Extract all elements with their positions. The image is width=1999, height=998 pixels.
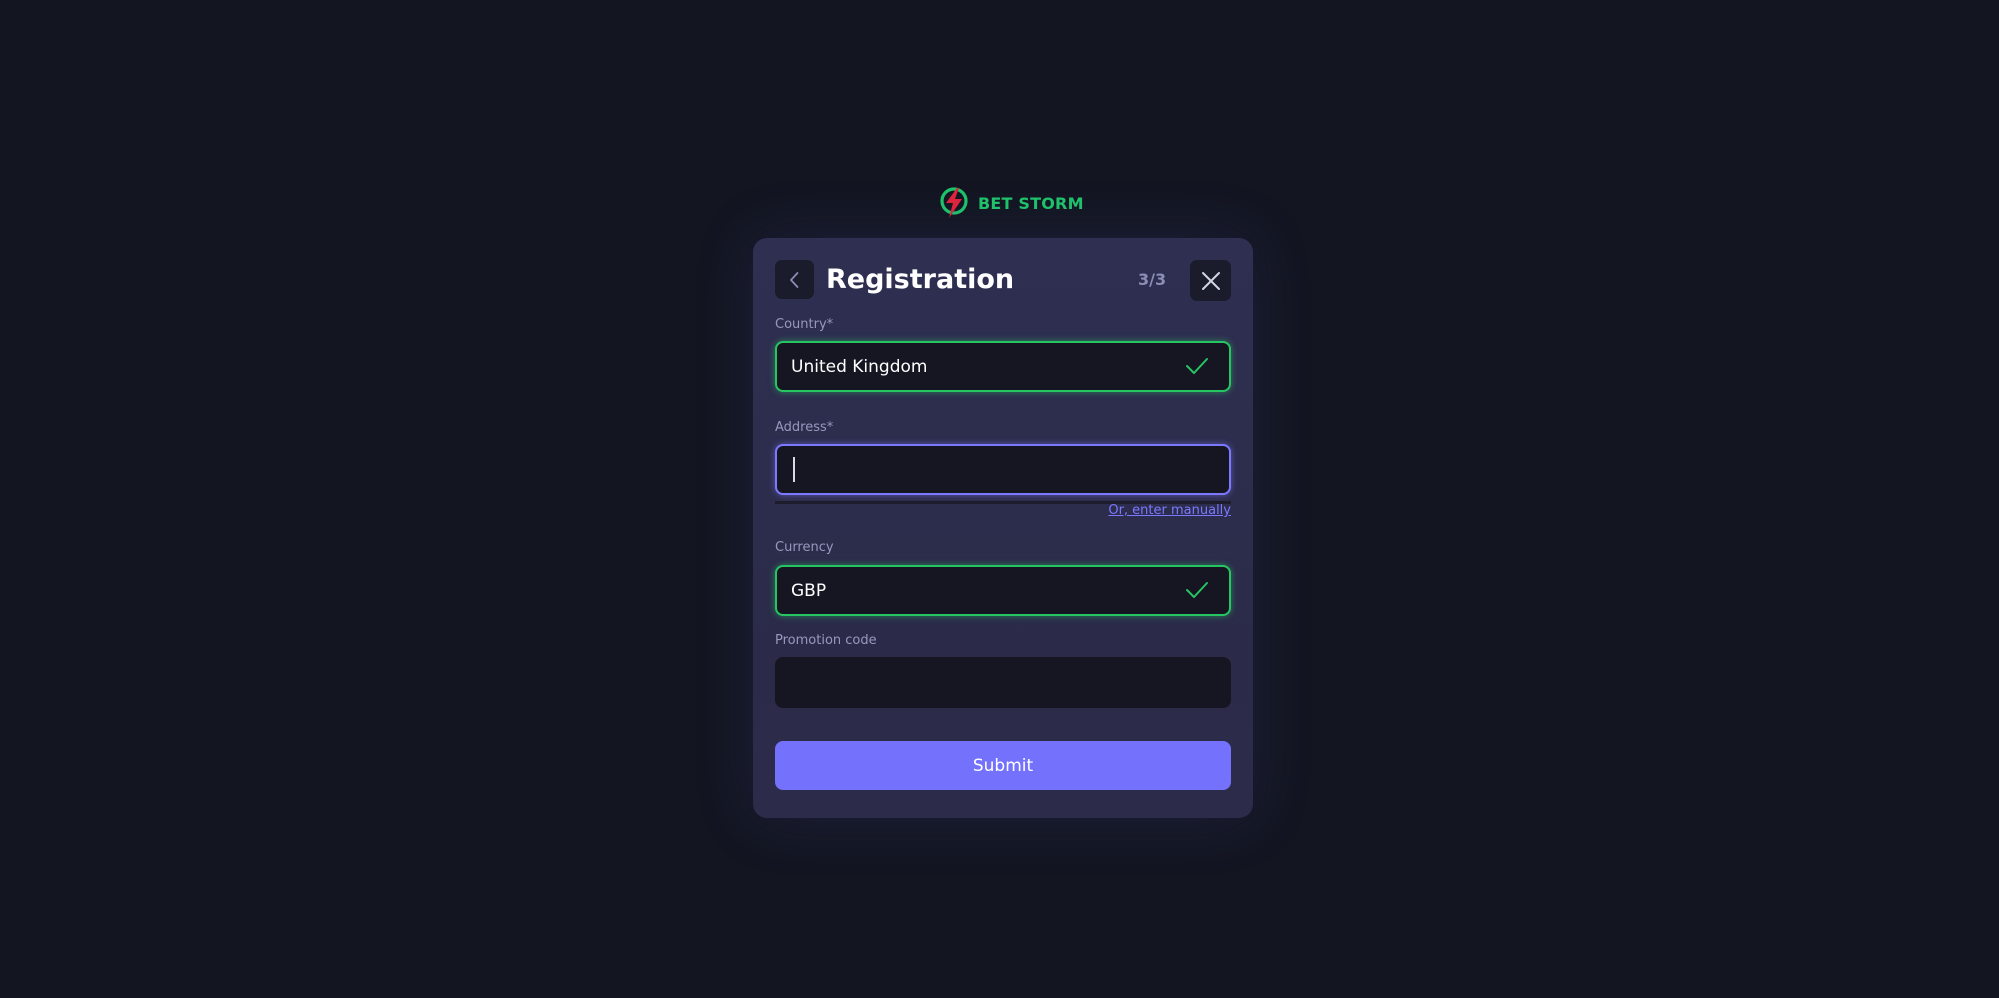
check-icon (1186, 358, 1208, 374)
address-input[interactable] (777, 446, 1229, 493)
country-label: Country* (775, 317, 834, 332)
address-field[interactable] (775, 444, 1231, 495)
submit-button[interactable]: Submit (775, 741, 1231, 790)
promotion-code-label: Promotion code (775, 633, 877, 648)
registration-modal: Registration 3/3 Country* Address* Or, e… (753, 238, 1253, 818)
currency-field[interactable] (775, 565, 1231, 616)
text-caret (793, 457, 795, 482)
country-field[interactable] (775, 341, 1231, 392)
step-indicator: 3/3 (1138, 270, 1167, 289)
close-button[interactable] (1190, 260, 1231, 301)
enter-manually-link[interactable]: Or, enter manually (1108, 503, 1231, 518)
check-icon (1186, 582, 1208, 598)
back-button[interactable] (775, 260, 814, 299)
close-icon (1201, 271, 1220, 290)
brand-name: BET STORM (978, 193, 1084, 213)
chevron-left-icon (789, 271, 798, 288)
promotion-code-field[interactable] (775, 657, 1231, 708)
address-label: Address* (775, 420, 834, 435)
currency-input[interactable] (777, 567, 1229, 614)
promotion-code-input[interactable] (777, 659, 1229, 706)
page-title: Registration (826, 264, 1015, 295)
lightning-bolt-icon (940, 187, 968, 218)
currency-label: Currency (775, 540, 834, 555)
country-input[interactable] (777, 343, 1229, 390)
brand-logo[interactable]: BET STORM (938, 186, 1084, 220)
